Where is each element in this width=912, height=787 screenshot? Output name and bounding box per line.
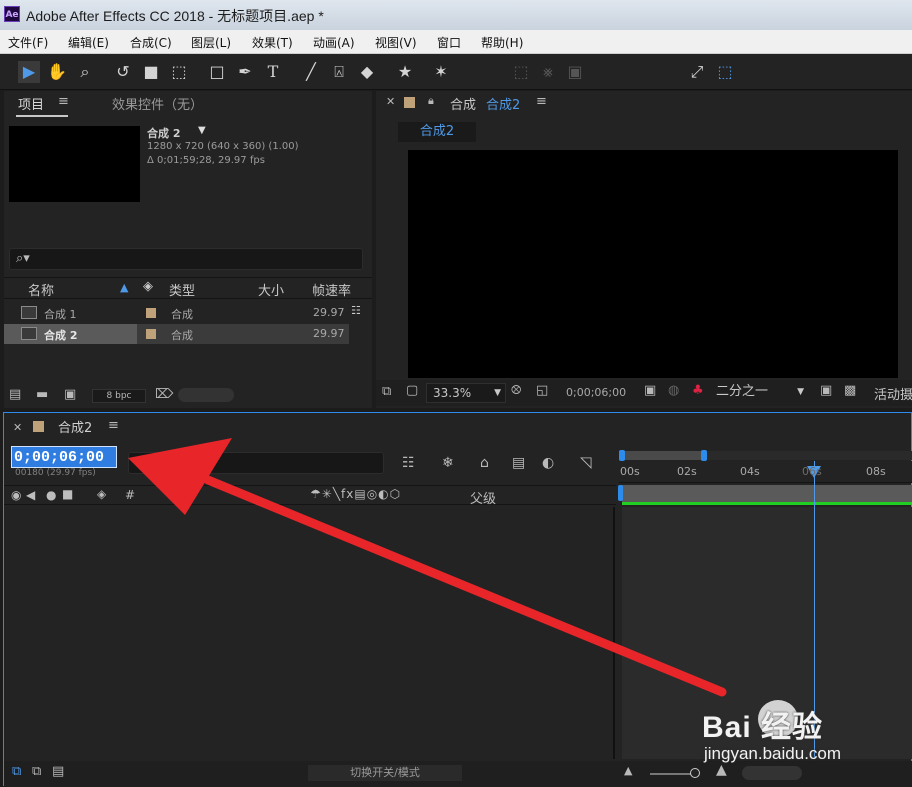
watermark-brand: Bai 经验 [702, 711, 824, 744]
annotation-arrow [128, 438, 727, 697]
watermark-url: jingyan.baidu.com [704, 744, 842, 763]
watermark-logo: Bai 经验 jingyan.baidu.com [700, 700, 910, 770]
